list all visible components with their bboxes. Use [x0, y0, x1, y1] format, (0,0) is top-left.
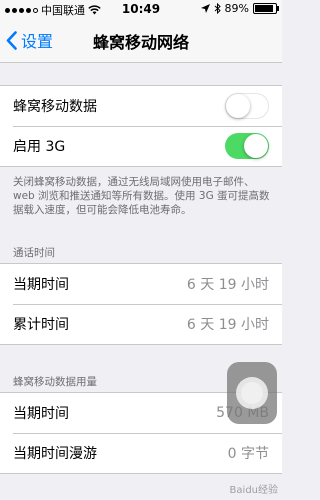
cellular-description: 关闭蜂窝移动数据，通过无线局域网使用电子邮件、web 浏览和推送通知等所有数据。… [13, 176, 270, 216]
data-usage-header: 蜂窝移动数据用量 [13, 376, 97, 388]
enable-3g-switch[interactable] [225, 133, 269, 159]
status-bar: 中国联通 10:49 89% [0, 0, 282, 18]
row-value: 0 字节 [227, 446, 269, 462]
assistive-touch-icon [236, 377, 268, 409]
call-time-group: 当期时间 6 天 19 小时 累计时间 6 天 19 小时 [0, 263, 282, 345]
status-right: 89% [200, 2, 279, 15]
row-value: 6 天 19 小时 [186, 317, 269, 333]
call-time-header: 通话时间 [13, 247, 55, 259]
enable-3g-row: 启用 3G [0, 126, 282, 166]
battery-percent: 89% [224, 2, 249, 15]
row-label: 当期时间 [13, 277, 69, 293]
bluetooth-icon [214, 3, 221, 14]
row-value: 6 天 19 小时 [186, 277, 269, 293]
row-label: 累计时间 [13, 317, 69, 333]
call-time-current-row: 当期时间 6 天 19 小时 [0, 264, 282, 304]
cellular-data-row: 蜂窝移动数据 [0, 86, 282, 126]
call-time-lifetime-row: 累计时间 6 天 19 小时 [0, 304, 282, 344]
page-title: 蜂窝移动网络 [92, 33, 189, 52]
data-usage-roaming-row: 当期时间漫游 0 字节 [0, 433, 282, 473]
row-label: 当期时间漫游 [13, 446, 97, 462]
cellular-data-switch[interactable] [225, 93, 269, 119]
cellular-data-label: 蜂窝移动数据 [13, 99, 97, 115]
row-label: 当期时间 [13, 406, 69, 422]
location-icon [200, 4, 210, 13]
watermark-logo: Baidu经验 [229, 485, 278, 496]
battery-icon [253, 3, 279, 14]
assistive-touch-button[interactable] [227, 362, 277, 424]
navigation-bar: 设置 蜂窝移动网络 [0, 18, 282, 63]
cellular-toggles-group: 蜂窝移动数据 启用 3G [0, 85, 282, 167]
enable-3g-label: 启用 3G [13, 139, 66, 155]
